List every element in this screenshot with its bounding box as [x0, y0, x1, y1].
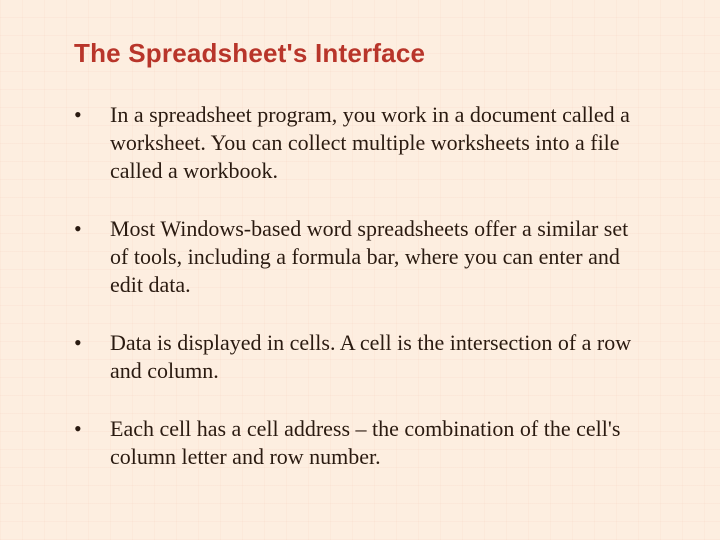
bullet-icon: •: [72, 329, 110, 357]
list-item: • In a spreadsheet program, you work in …: [72, 101, 648, 185]
bullet-text: Most Windows-based word spreadsheets off…: [110, 215, 648, 299]
bullet-text: Each cell has a cell address – the combi…: [110, 415, 648, 471]
page-title: The Spreadsheet's Interface: [74, 38, 648, 69]
slide: The Spreadsheet's Interface • In a sprea…: [0, 0, 720, 540]
bullet-list: • In a spreadsheet program, you work in …: [72, 101, 648, 471]
list-item: • Each cell has a cell address – the com…: [72, 415, 648, 471]
bullet-icon: •: [72, 215, 110, 243]
list-item: • Most Windows-based word spreadsheets o…: [72, 215, 648, 299]
list-item: • Data is displayed in cells. A cell is …: [72, 329, 648, 385]
bullet-text: In a spreadsheet program, you work in a …: [110, 101, 648, 185]
bullet-text: Data is displayed in cells. A cell is th…: [110, 329, 648, 385]
bullet-icon: •: [72, 415, 110, 443]
bullet-icon: •: [72, 101, 110, 129]
